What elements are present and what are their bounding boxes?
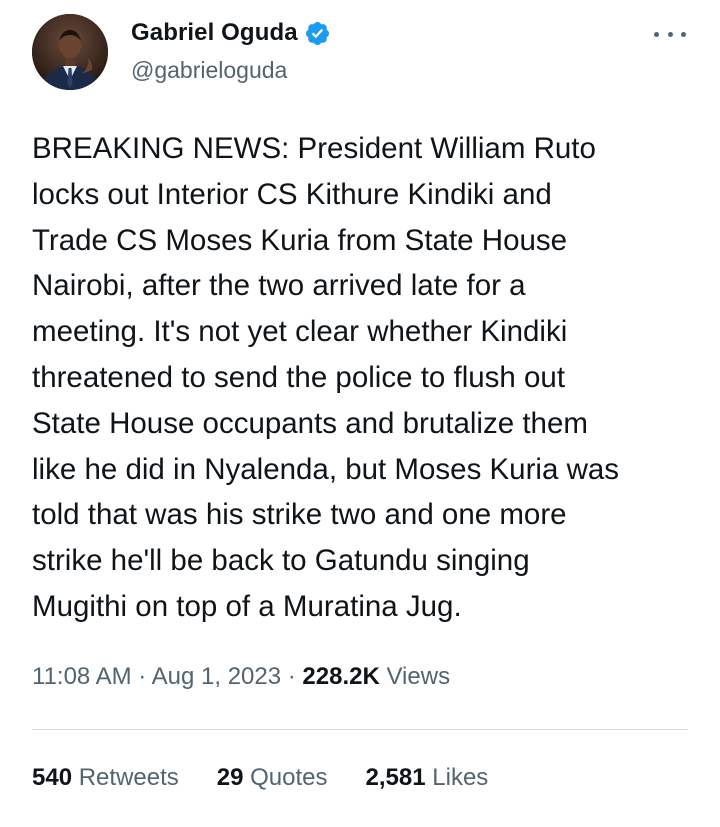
meta-separator: · xyxy=(281,663,303,690)
tweet-meta: 11:08 AM · Aug 1, 2023 · 228.2K Views xyxy=(32,663,450,691)
quotes-count: 29 xyxy=(216,764,244,791)
views-count: 228.2K xyxy=(302,663,380,690)
meta-separator: · xyxy=(131,663,152,690)
tweet-text: BREAKING NEWS: President William Ruto lo… xyxy=(32,132,620,623)
avatar-image xyxy=(32,14,108,90)
more-options-button[interactable] xyxy=(654,24,686,44)
tweet-time[interactable]: 11:08 AM xyxy=(32,663,132,690)
dot-icon xyxy=(681,31,686,37)
retweets-stat[interactable]: 540 Retweets xyxy=(32,764,179,792)
author-block: Gabriel Oguda @gabrieloguda xyxy=(131,18,331,84)
tweet-card: Gabriel Oguda @gabrieloguda BREAKING NEW… xyxy=(0,0,720,827)
author-display-name[interactable]: Gabriel Oguda xyxy=(131,19,298,47)
avatar[interactable] xyxy=(32,14,108,90)
retweets-label: Retweets xyxy=(78,764,179,791)
dot-icon xyxy=(654,31,659,37)
likes-label: Likes xyxy=(432,764,489,791)
likes-count: 2,581 xyxy=(365,764,426,791)
author-handle[interactable]: @gabrieloguda xyxy=(131,57,331,84)
quotes-stat[interactable]: 29 Quotes xyxy=(217,764,328,792)
engagement-stats: 540 Retweets 29 Quotes 2,581 Likes xyxy=(32,764,526,792)
tweet-date[interactable]: Aug 1, 2023 xyxy=(152,663,281,690)
dot-icon xyxy=(667,31,673,37)
views-label: Views xyxy=(386,663,451,690)
retweets-count: 540 xyxy=(32,764,73,791)
likes-stat[interactable]: 2,581 Likes xyxy=(366,764,489,792)
author-name-row: Gabriel Oguda xyxy=(131,18,331,48)
divider xyxy=(32,729,688,730)
quotes-label: Quotes xyxy=(250,764,328,791)
verified-badge-icon[interactable] xyxy=(304,20,331,47)
